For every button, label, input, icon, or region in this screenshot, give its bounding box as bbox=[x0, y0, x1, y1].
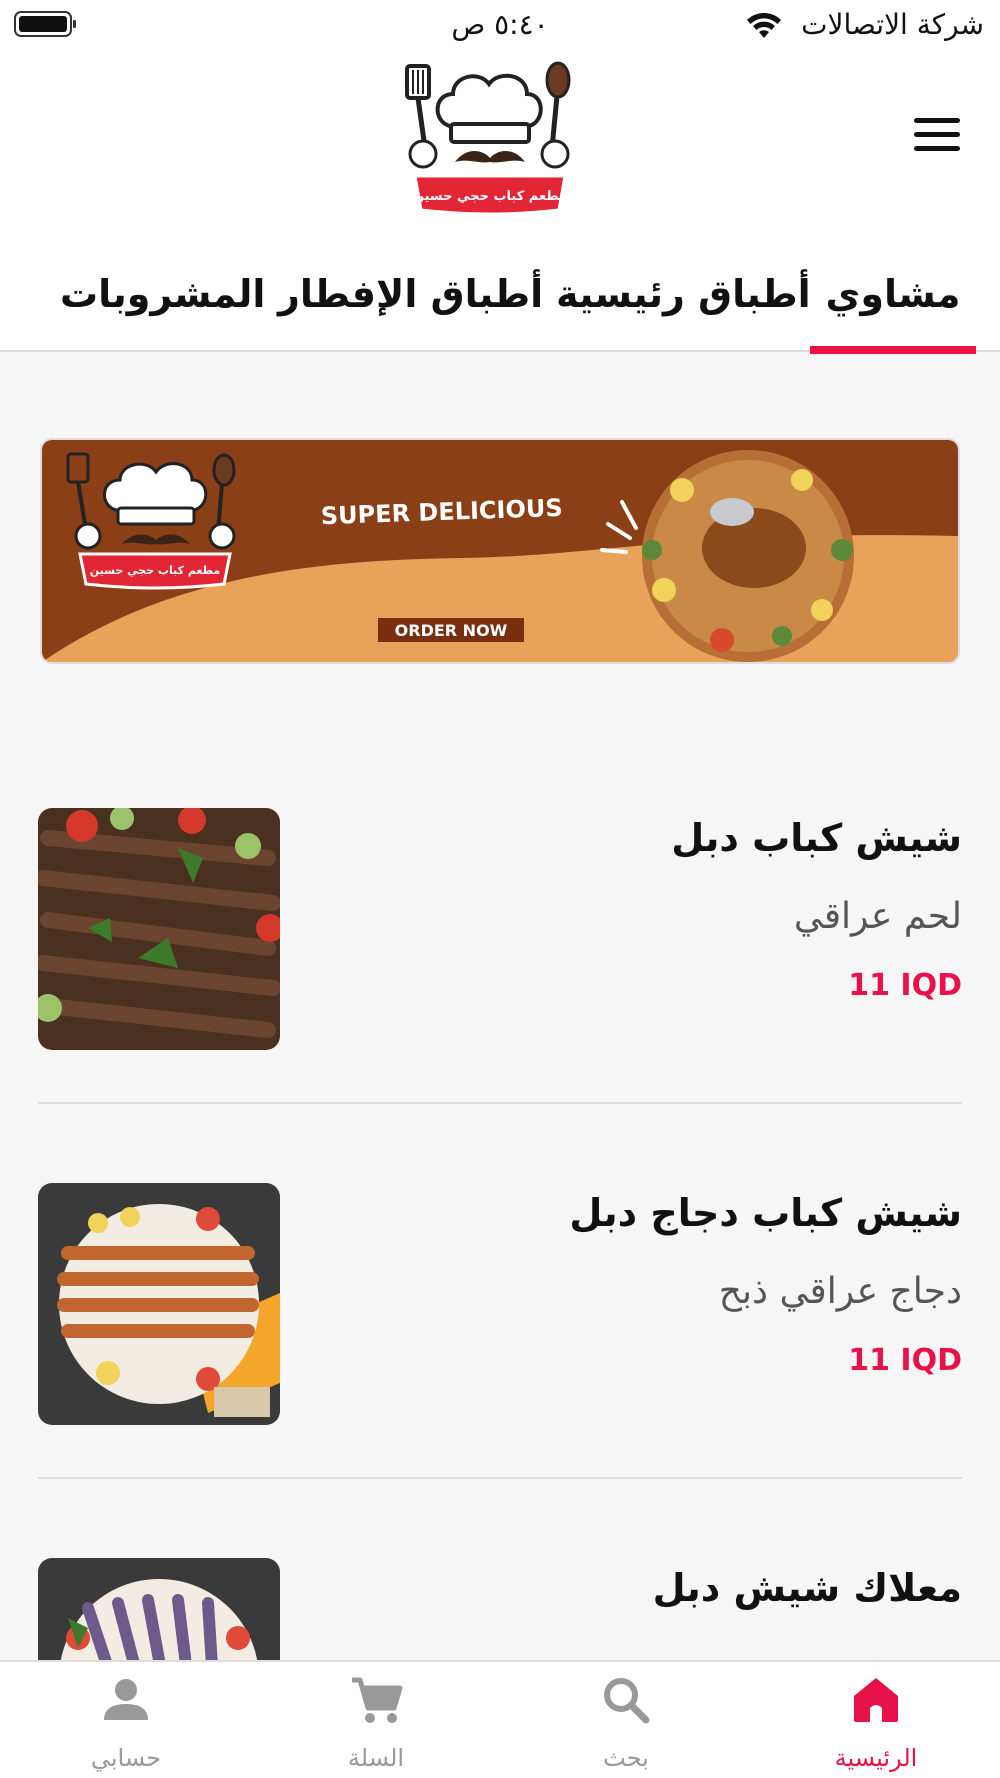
product-card[interactable]: شيش كباب دجاج دبل دجاج عراقي ذبح 11 IQD bbox=[38, 1183, 962, 1427]
banner-logo-text: مطعم كباب حجي حسين bbox=[90, 564, 220, 577]
wifi-icon bbox=[747, 12, 781, 38]
product-name: شيش كباب دبل bbox=[671, 816, 962, 860]
carrier-name: شركة الاتصالات bbox=[801, 8, 984, 41]
nav-home-label: الرئيسية bbox=[834, 1744, 918, 1772]
tab-grills[interactable]: مشاوي bbox=[810, 272, 976, 354]
product-description: لحم عراقي bbox=[793, 896, 962, 937]
product-description: دجاج عراقي ذبح bbox=[718, 1271, 962, 1312]
hamburger-line bbox=[914, 146, 960, 151]
product-name: معلاك شيش دبل bbox=[652, 1566, 962, 1610]
category-tabs: مشاوي أطباق رئيسية أطباق الإفطار المشروب… bbox=[0, 250, 1000, 354]
hamburger-line bbox=[914, 132, 960, 137]
hamburger-line bbox=[914, 118, 960, 123]
product-image bbox=[38, 808, 280, 1050]
nav-account-label: حسابي bbox=[90, 1744, 162, 1772]
app-header: مطعم كباب حجي حسين bbox=[0, 50, 1000, 250]
product-card[interactable]: شيش كباب دبل لحم عراقي 11 IQD bbox=[38, 808, 962, 1052]
nav-home[interactable]: الرئيسية bbox=[796, 1672, 956, 1772]
menu-button[interactable] bbox=[914, 118, 960, 156]
divider bbox=[38, 1477, 962, 1479]
nav-account[interactable]: حسابي bbox=[46, 1672, 206, 1772]
logo-text: مطعم كباب حجي حسين bbox=[413, 189, 567, 204]
cart-icon bbox=[352, 1677, 403, 1723]
product-price: 11 IQD bbox=[848, 1343, 962, 1378]
restaurant-logo[interactable]: مطعم كباب حجي حسين bbox=[395, 58, 585, 228]
product-image bbox=[38, 1183, 280, 1425]
nav-search[interactable]: بحث bbox=[546, 1672, 706, 1772]
status-bar: ٥:٤٠ ص شركة الاتصالات bbox=[0, 0, 1000, 50]
tab-breakfast[interactable]: أطباق الإفطار bbox=[278, 272, 543, 352]
home-icon bbox=[854, 1678, 898, 1722]
search-icon bbox=[604, 1678, 650, 1724]
divider bbox=[38, 1102, 962, 1104]
nav-cart-label: السلة bbox=[347, 1744, 405, 1772]
nav-search-label: بحث bbox=[603, 1744, 649, 1772]
bottom-navigation: الرئيسية بحث السلة حسابي bbox=[0, 1660, 1000, 1778]
food-plate-image bbox=[642, 450, 854, 662]
tab-main-dishes[interactable]: أطباق رئيسية bbox=[556, 272, 811, 352]
product-price: 11 IQD bbox=[848, 968, 962, 1003]
order-now-label: ORDER NOW bbox=[395, 621, 508, 640]
promo-banner[interactable]: مطعم كباب حجي حسين SUPER DELICIOUS ORDER… bbox=[40, 438, 960, 664]
tab-drinks[interactable]: المشروبات bbox=[60, 272, 265, 352]
account-icon bbox=[104, 1679, 148, 1720]
product-name: شيش كباب دجاج دبل bbox=[569, 1191, 962, 1235]
nav-cart[interactable]: السلة bbox=[296, 1672, 456, 1772]
